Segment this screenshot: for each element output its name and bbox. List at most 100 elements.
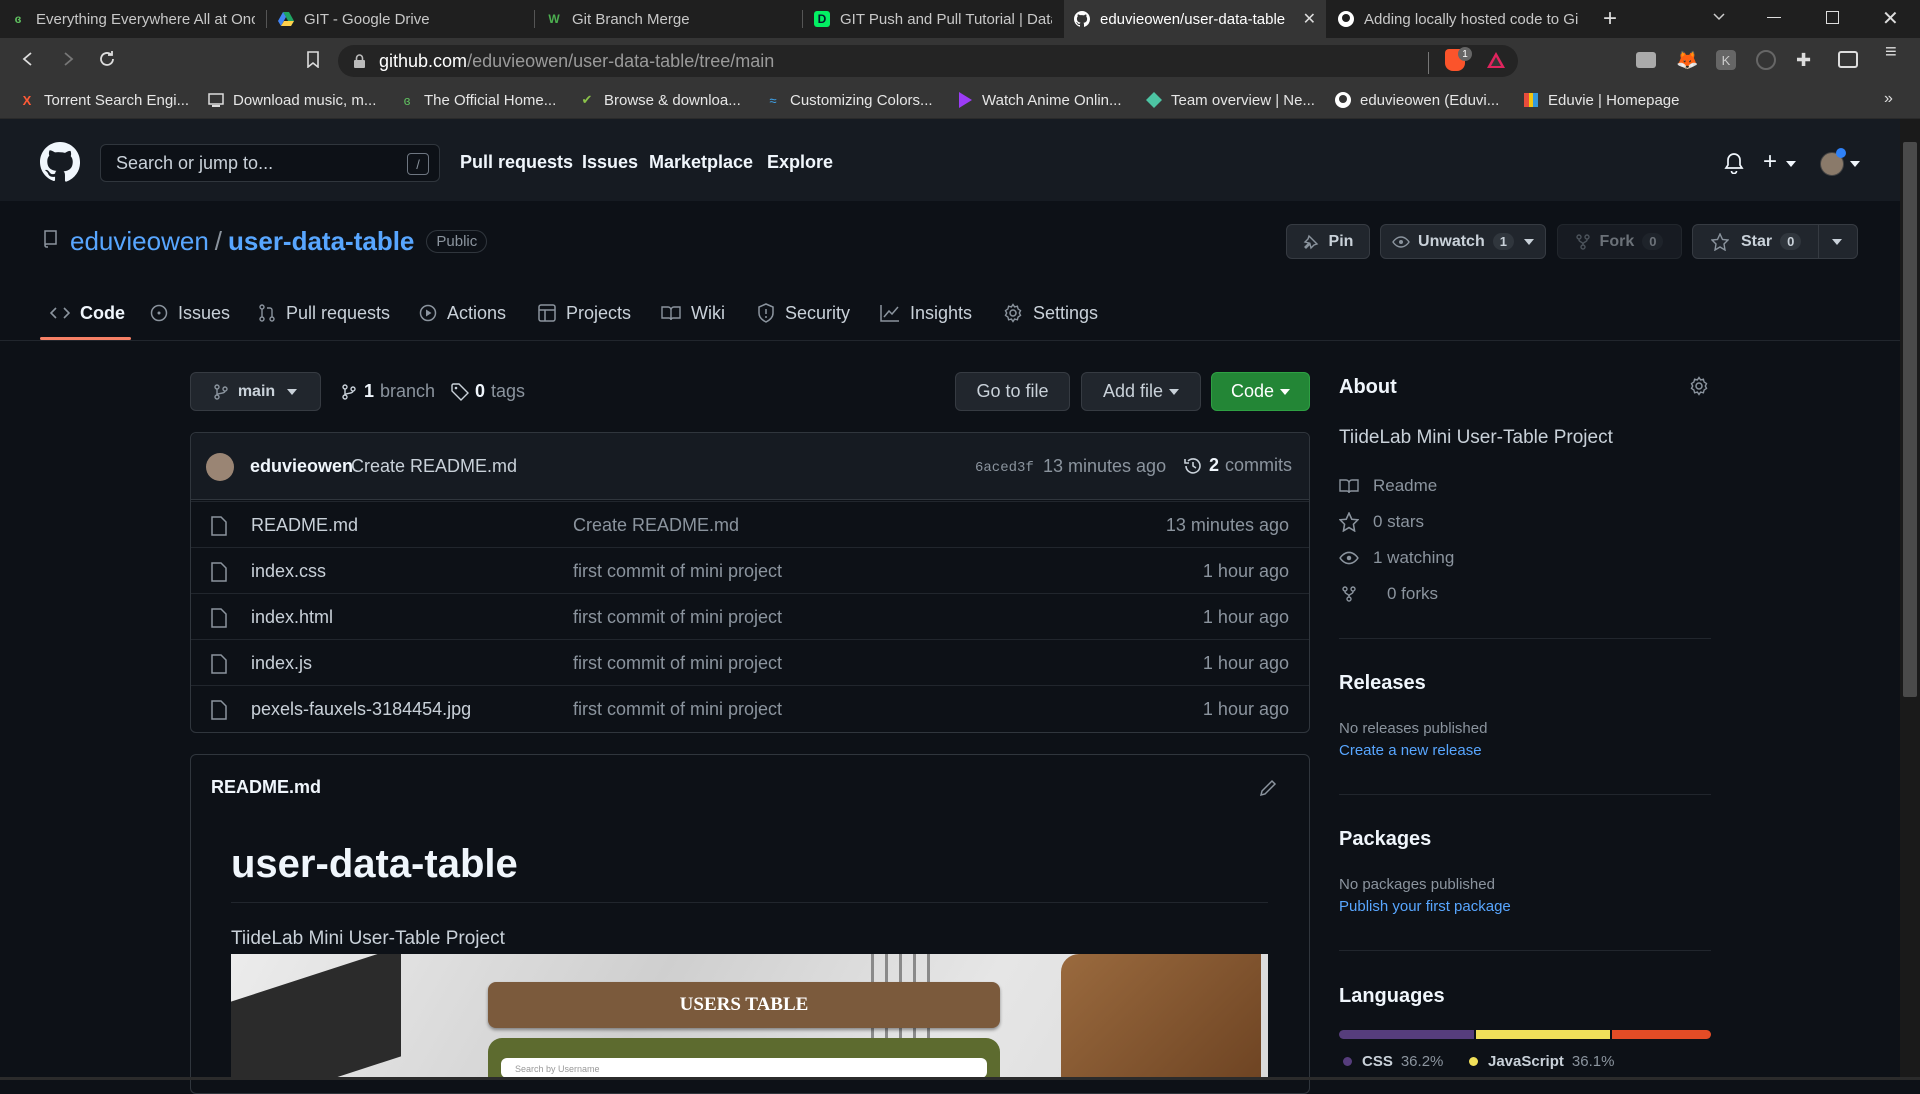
go-to-file-button[interactable]: Go to file: [955, 372, 1070, 411]
bookmark-item[interactable]: Eduvie | Homepage: [1522, 82, 1679, 118]
forward-icon[interactable]: [60, 51, 76, 67]
code-button[interactable]: Code: [1211, 372, 1310, 411]
extension-sync-icon[interactable]: [1756, 50, 1776, 70]
commit-author[interactable]: eduvieowen: [250, 456, 353, 477]
extensions-puzzle-icon[interactable]: ✚: [1796, 50, 1811, 71]
file-name[interactable]: index.html: [251, 607, 333, 628]
search-input[interactable]: Search or jump to... /: [100, 144, 440, 182]
tab-issues[interactable]: Issues: [150, 300, 230, 326]
branches-link[interactable]: 1 branch: [342, 381, 435, 402]
restore-icon[interactable]: [1826, 11, 1839, 24]
notifications-bell-icon[interactable]: [1724, 152, 1744, 174]
close-tab-icon[interactable]: ✕: [1303, 9, 1316, 29]
file-commit-message[interactable]: first commit of mini project: [573, 699, 782, 720]
readme-link[interactable]: Readme: [1339, 474, 1437, 498]
new-tab-icon[interactable]: +: [1603, 5, 1617, 33]
file-row[interactable]: index.css first commit of mini project 1…: [191, 547, 1309, 593]
repo-name-link[interactable]: user-data-table: [228, 226, 414, 257]
bookmark-item[interactable]: ✔ Browse & downloa...: [578, 82, 741, 118]
about-settings-gear-icon[interactable]: [1689, 376, 1709, 396]
file-row[interactable]: index.js first commit of mini project 1 …: [191, 639, 1309, 685]
reload-icon[interactable]: [98, 50, 116, 68]
tags-link[interactable]: 0 tags: [451, 381, 525, 402]
tab-code[interactable]: Code: [50, 300, 125, 326]
tab-search-chevron-icon[interactable]: [1712, 10, 1726, 24]
nav-explore[interactable]: Explore: [767, 152, 833, 173]
nav-pull-requests[interactable]: Pull requests: [460, 152, 573, 173]
metamask-icon[interactable]: 🦊: [1676, 50, 1698, 71]
readme-filename[interactable]: README.md: [211, 777, 321, 798]
pin-button[interactable]: Pin: [1286, 224, 1370, 259]
tab-actions[interactable]: Actions: [419, 300, 506, 326]
tab-security[interactable]: Security: [757, 300, 850, 326]
extension-k-icon[interactable]: K: [1716, 50, 1736, 70]
packages-heading[interactable]: Packages: [1339, 828, 1431, 851]
window-close-icon[interactable]: ✕: [1882, 6, 1899, 31]
extension-icon[interactable]: [1636, 52, 1656, 68]
address-bar[interactable]: github.com/eduvieowen/user-data-table/tr…: [338, 45, 1518, 77]
file-row[interactable]: README.md Create README.md 13 minutes ag…: [191, 501, 1309, 547]
bookmark-item[interactable]: eduvieowen (Eduvi...: [1334, 82, 1499, 118]
commit-sha[interactable]: 6aced3f: [975, 460, 1034, 476]
watching-link[interactable]: 1 watching: [1339, 546, 1454, 570]
file-commit-message[interactable]: first commit of mini project: [573, 607, 782, 628]
create-release-link[interactable]: Create a new release: [1339, 742, 1482, 759]
file-row[interactable]: index.html first commit of mini project …: [191, 593, 1309, 639]
browser-tab-active[interactable]: eduvieowen/user-data-table ✕: [1064, 0, 1326, 38]
brave-rewards-icon[interactable]: [1486, 51, 1506, 69]
tab-projects[interactable]: Projects: [538, 300, 631, 326]
commit-message[interactable]: Create README.md: [351, 456, 517, 477]
bookmarks-overflow-icon[interactable]: »: [1884, 90, 1893, 108]
nav-issues[interactable]: Issues: [582, 152, 638, 173]
bookmark-item[interactable]: ɞ The Official Home...: [398, 82, 557, 118]
unwatch-button[interactable]: Unwatch 1: [1380, 224, 1546, 259]
browser-tab[interactable]: D GIT Push and Pull Tutorial | DataC: [804, 0, 1062, 38]
file-name[interactable]: pexels-fauxels-3184454.jpg: [251, 699, 471, 720]
releases-heading[interactable]: Releases: [1339, 672, 1426, 695]
bookmark-item[interactable]: Watch Anime Onlin...: [956, 82, 1122, 118]
forks-link[interactable]: 0 forks: [1339, 582, 1438, 606]
author-avatar[interactable]: [206, 453, 234, 481]
repo-owner-link[interactable]: eduvieowen: [70, 226, 209, 257]
browser-tab[interactable]: ɞ Everything Everywhere All at Onc: [0, 0, 265, 38]
file-row[interactable]: pexels-fauxels-3184454.jpg first commit …: [191, 685, 1309, 731]
file-name[interactable]: index.js: [251, 653, 312, 674]
browser-tab[interactable]: Adding locally hosted code to Gi: [1328, 0, 1593, 38]
language-javascript[interactable]: JavaScript 36.1%: [1469, 1053, 1614, 1070]
menu-icon[interactable]: ≡: [1885, 42, 1897, 62]
browser-tab-title: eduvieowen/user-data-table: [1100, 10, 1286, 28]
tab-insights[interactable]: Insights: [880, 300, 972, 326]
tab-wiki[interactable]: Wiki: [661, 300, 725, 326]
star-list-chevron-icon[interactable]: [1832, 239, 1842, 245]
bookmark-icon[interactable]: [306, 51, 320, 68]
commits-link[interactable]: 2 commits: [1183, 455, 1292, 476]
minimize-icon[interactable]: [1767, 17, 1781, 18]
fork-button[interactable]: Fork 0: [1557, 224, 1682, 259]
file-commit-message[interactable]: first commit of mini project: [573, 561, 782, 582]
tab-pull-requests[interactable]: Pull requests: [258, 300, 390, 326]
readme-screenshot-image: USERS TABLE Search by Username: [231, 954, 1268, 1080]
scrollbar-thumb[interactable]: [1903, 142, 1917, 697]
file-commit-message[interactable]: Create README.md: [573, 515, 739, 536]
bookmark-item[interactable]: ≈ Customizing Colors...: [764, 82, 932, 118]
back-icon[interactable]: [20, 51, 36, 67]
branch-select-button[interactable]: main: [190, 372, 321, 411]
file-name[interactable]: README.md: [251, 515, 358, 536]
bookmark-item[interactable]: X Torrent Search Engi...: [18, 82, 189, 118]
edit-pencil-icon[interactable]: [1259, 779, 1277, 797]
bookmark-item[interactable]: Download music, m...: [207, 82, 376, 118]
tab-settings[interactable]: Settings: [1003, 300, 1098, 326]
file-name[interactable]: index.css: [251, 561, 326, 582]
browser-tab[interactable]: W Git Branch Merge: [536, 0, 801, 38]
wallet-icon[interactable]: [1838, 51, 1858, 68]
language-css[interactable]: CSS 36.2%: [1343, 1053, 1443, 1070]
publish-package-link[interactable]: Publish your first package: [1339, 898, 1511, 915]
github-logo-icon[interactable]: [40, 142, 80, 182]
add-file-button[interactable]: Add file: [1081, 372, 1201, 411]
create-new-plus-icon[interactable]: +: [1763, 148, 1777, 176]
file-commit-message[interactable]: first commit of mini project: [573, 653, 782, 674]
stars-link[interactable]: 0 stars: [1339, 510, 1424, 534]
browser-tab[interactable]: GIT - Google Drive: [268, 0, 533, 38]
bookmark-item[interactable]: Team overview | Ne...: [1145, 82, 1315, 118]
nav-marketplace[interactable]: Marketplace: [649, 152, 753, 173]
